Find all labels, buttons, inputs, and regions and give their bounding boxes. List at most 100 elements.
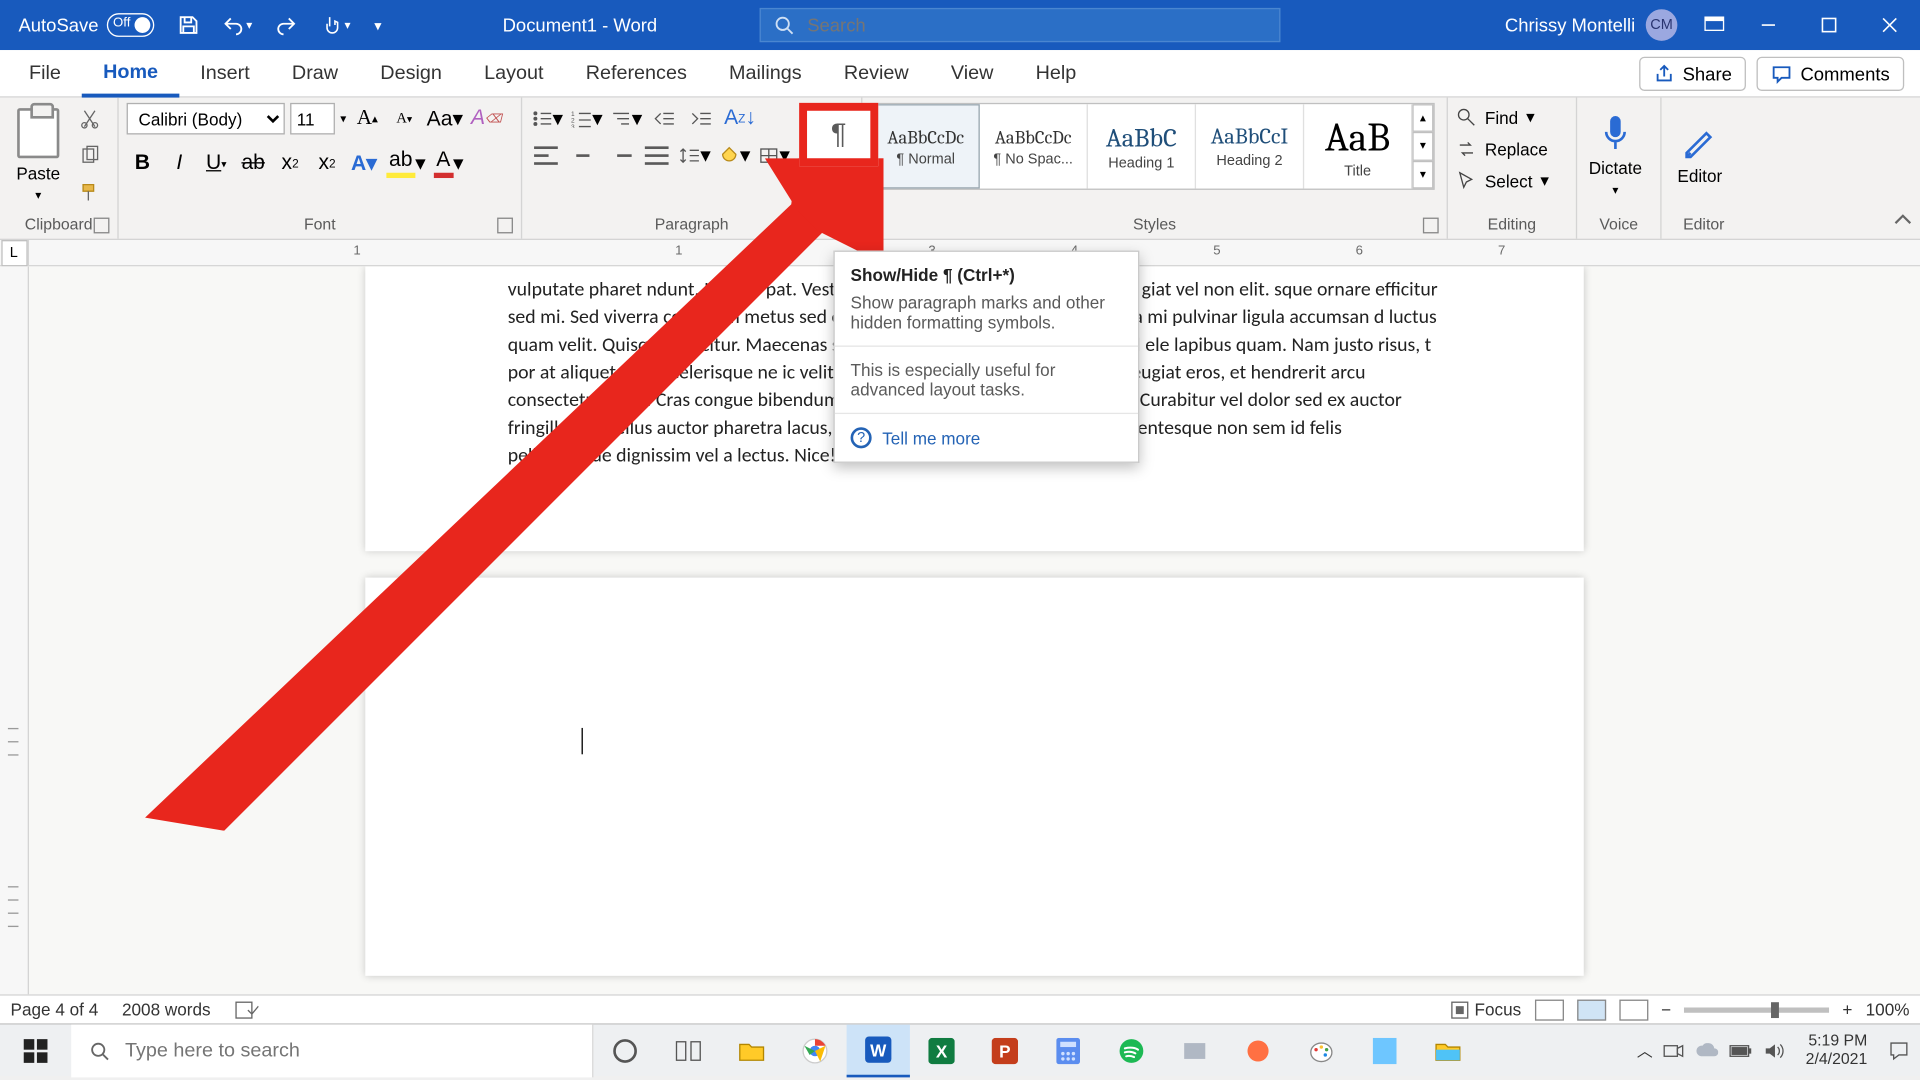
start-button[interactable]	[0, 1024, 71, 1077]
task-view-button[interactable]	[657, 1024, 720, 1077]
comments-button[interactable]: Comments	[1757, 56, 1904, 90]
style-title[interactable]: AaBTitle	[1304, 104, 1412, 188]
chrome-app[interactable]	[783, 1024, 846, 1077]
powerpoint-app[interactable]: P	[973, 1024, 1036, 1077]
taskbar-search-input[interactable]	[125, 1039, 574, 1061]
tab-review[interactable]: Review	[823, 49, 930, 96]
tab-file[interactable]: File	[8, 49, 82, 96]
style-heading2[interactable]: AaBbCcIHeading 2	[1196, 104, 1304, 188]
tab-draw[interactable]: Draw	[271, 49, 359, 96]
highlight-button[interactable]: ab▾	[385, 148, 427, 180]
line-spacing-button[interactable]: ▾	[678, 140, 712, 172]
clear-formatting-button[interactable]: A⌫	[470, 103, 504, 135]
align-center-button[interactable]	[567, 140, 599, 172]
zoom-level[interactable]: 100%	[1866, 1000, 1910, 1020]
align-left-button[interactable]	[530, 140, 562, 172]
cortana-button[interactable]	[593, 1024, 656, 1077]
taskbar-search[interactable]	[71, 1024, 593, 1077]
borders-button[interactable]: ▾	[757, 140, 791, 172]
styles-dialog-launcher[interactable]	[1423, 218, 1439, 234]
file-explorer-app[interactable]	[1416, 1024, 1479, 1077]
underline-button[interactable]: U▾	[200, 148, 232, 180]
autosave-switch[interactable]: Off	[106, 13, 153, 37]
shading-button[interactable]: ▾	[717, 140, 751, 172]
collapse-ribbon-button[interactable]	[1891, 208, 1915, 232]
paste-button[interactable]: Paste ▾	[8, 103, 69, 208]
autosave-toggle[interactable]: AutoSave Off	[11, 8, 162, 42]
tell-me-more-link[interactable]: ? Tell me more	[835, 414, 1138, 461]
paragraph-dialog-launcher[interactable]	[837, 218, 853, 234]
qat-customize[interactable]: ▾	[366, 11, 389, 39]
zoom-slider[interactable]	[1684, 1007, 1829, 1012]
tab-layout[interactable]: Layout	[463, 49, 565, 96]
font-name-select[interactable]: Calibri (Body)	[127, 103, 285, 135]
subscript-button[interactable]: x2	[274, 148, 306, 180]
spotify-app[interactable]	[1100, 1024, 1163, 1077]
text-effects-button[interactable]: A▾	[348, 148, 380, 180]
tab-home[interactable]: Home	[82, 49, 179, 96]
redo-button[interactable]	[268, 9, 305, 41]
undo-button[interactable]: ▾	[215, 9, 261, 41]
tab-selector[interactable]: L	[1, 239, 27, 265]
increase-indent-button[interactable]	[686, 103, 718, 135]
excel-app[interactable]: X	[910, 1024, 973, 1077]
tray-expand[interactable]: ︿	[1637, 1039, 1653, 1061]
save-button[interactable]	[170, 9, 207, 41]
font-dialog-launcher[interactable]	[497, 218, 513, 234]
style-normal[interactable]: AaBbCcDc¶ Normal	[872, 104, 980, 188]
styles-expand[interactable]: ▾	[1412, 160, 1433, 188]
search-box[interactable]	[760, 8, 1281, 42]
bullets-button[interactable]: ▾	[530, 103, 564, 135]
tab-references[interactable]: References	[565, 49, 708, 96]
clipboard-dialog-launcher[interactable]	[94, 218, 110, 234]
zoom-in-button[interactable]: +	[1842, 1000, 1852, 1020]
copy-button[interactable]	[74, 140, 106, 172]
bold-button[interactable]: B	[127, 148, 159, 180]
increase-font-button[interactable]: A▴	[351, 103, 383, 135]
web-layout-button[interactable]	[1619, 999, 1648, 1020]
sort-button[interactable]: AZ↓	[723, 103, 758, 135]
proofing-button[interactable]	[234, 999, 258, 1020]
decrease-indent-button[interactable]	[649, 103, 681, 135]
read-mode-button[interactable]	[1534, 999, 1563, 1020]
format-painter-button[interactable]	[74, 177, 106, 209]
page-4[interactable]	[365, 577, 1583, 975]
strikethrough-button[interactable]: ab	[237, 148, 269, 180]
page-indicator[interactable]: Page 4 of 4	[11, 1000, 99, 1020]
minimize-button[interactable]	[1738, 0, 1799, 50]
ribbon-display-options[interactable]	[1691, 13, 1738, 38]
print-layout-button[interactable]	[1577, 999, 1606, 1020]
search-input[interactable]	[807, 15, 1266, 36]
user-account[interactable]: Chrissy Montelli CM	[1492, 9, 1691, 41]
maximize-button[interactable]	[1799, 0, 1860, 50]
tab-design[interactable]: Design	[359, 49, 463, 96]
tray-onedrive-icon[interactable]	[1695, 1042, 1719, 1058]
multilevel-list-button[interactable]: ▾	[609, 103, 643, 135]
style-no-spacing[interactable]: AaBbCcDc¶ No Spac...	[980, 104, 1088, 188]
zoom-out-button[interactable]: −	[1661, 1000, 1671, 1020]
calculator-app[interactable]	[1036, 1024, 1099, 1077]
find-button[interactable]: Find ▾	[1456, 103, 1549, 132]
generic-app-2[interactable]	[1226, 1024, 1289, 1077]
decrease-font-button[interactable]: A▾	[388, 103, 420, 135]
focus-mode-button[interactable]: Focus	[1451, 1000, 1521, 1020]
close-button[interactable]	[1859, 0, 1920, 50]
word-app[interactable]: W	[847, 1024, 910, 1077]
italic-button[interactable]: I	[164, 148, 196, 180]
touch-mode-button[interactable]: ▾	[313, 9, 359, 41]
tray-battery-icon[interactable]	[1729, 1042, 1753, 1058]
tab-insert[interactable]: Insert	[179, 49, 271, 96]
paint-app[interactable]	[1290, 1024, 1353, 1077]
tab-view[interactable]: View	[930, 49, 1015, 96]
dictate-button[interactable]: Dictate▾	[1585, 103, 1646, 208]
tray-meet-now-icon[interactable]	[1663, 1041, 1684, 1059]
generic-app-1[interactable]	[1163, 1024, 1226, 1077]
font-color-button[interactable]: A▾	[432, 148, 465, 180]
numbering-button[interactable]: 123▾	[570, 103, 604, 135]
share-button[interactable]: Share	[1639, 56, 1746, 90]
styles-gallery[interactable]: AaBbCcDc¶ Normal AaBbCcDc¶ No Spac... Aa…	[870, 103, 1434, 190]
replace-button[interactable]: Replace	[1456, 135, 1549, 164]
change-case-button[interactable]: Aa▾	[425, 103, 464, 135]
file-explorer-pinned[interactable]	[720, 1024, 783, 1077]
cut-button[interactable]	[74, 103, 106, 135]
